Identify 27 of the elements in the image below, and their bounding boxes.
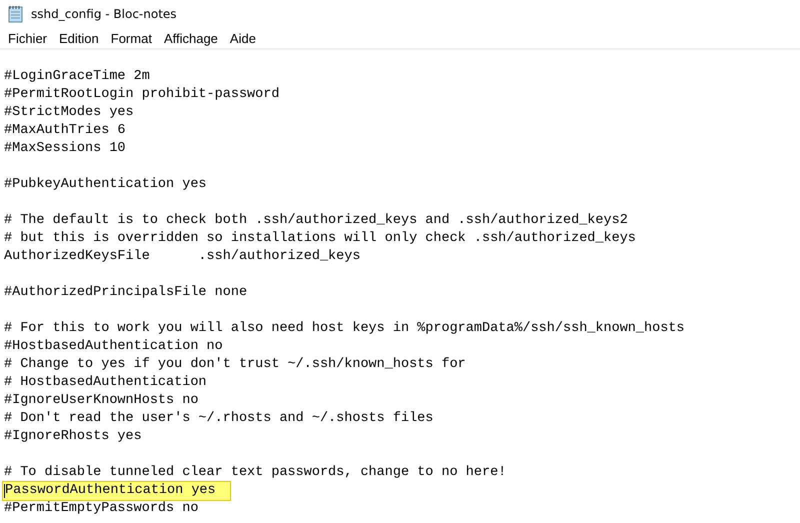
notepad-icon [8, 5, 24, 23]
code-line: #StrictModes yes [3, 104, 134, 122]
code-line: #AuthorizedPrincipalsFile none [3, 284, 248, 302]
code-line: #IgnoreUserKnownHosts no [3, 392, 198, 410]
code-line: #HostbasedAuthentication no [3, 338, 223, 356]
text-cursor [4, 484, 5, 498]
code-line: # Don't read the user's ~/.rhosts and ~/.shosts files [3, 410, 434, 428]
menu-item[interactable]: Edition [53, 30, 105, 46]
code-line: #MaxAuthTries 6 [3, 122, 126, 140]
code-line: #IgnoreRhosts yes [3, 428, 142, 446]
menu-item[interactable]: Format [104, 30, 158, 46]
menu-item[interactable]: Aide [224, 30, 262, 46]
code-line: # The default is to check both .ssh/authorized_keys and .ssh/authorized_keys2 [3, 212, 628, 230]
code-line: AuthorizedKeysFile .ssh/authorized_keys [3, 248, 360, 266]
code-line: # Change to yes if you don't trust ~/.ssh/known_hosts for [3, 356, 466, 374]
menu-item[interactable]: Fichier [2, 30, 54, 46]
code-line: #PermitEmptyPasswords no [3, 500, 198, 518]
code-line: # For this to work you will also need host keys in %programData%/ssh/ssh_known_hosts [3, 320, 685, 338]
code-line: #PubkeyAuthentication yes [3, 176, 207, 194]
menu-item[interactable]: Affichage [158, 30, 224, 46]
code-line: #MaxSessions 10 [3, 140, 126, 158]
code-line: #PermitRootLogin prohibit-password [3, 86, 280, 104]
code-line: # To disable tunneled clear text passwords, change to no here! [3, 464, 506, 482]
window-title: sshd_config - Bloc-notes [31, 7, 177, 21]
code-line: # but this is overridden so installations will only check .ssh/authorized_keys [3, 230, 636, 248]
code-line: # HostbasedAuthentication [3, 374, 207, 392]
code-line: #LoginGraceTime 2m [3, 68, 150, 86]
